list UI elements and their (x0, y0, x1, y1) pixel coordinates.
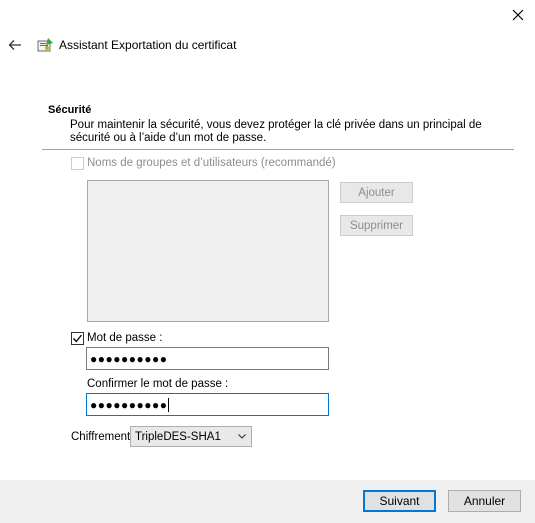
cancel-button-label: Annuler (463, 494, 506, 508)
add-button[interactable]: Ajouter (340, 182, 413, 203)
text-caret (168, 397, 170, 412)
remove-button[interactable]: Supprimer (340, 215, 413, 236)
add-button-label: Ajouter (358, 186, 395, 199)
section-title: Sécurité (48, 104, 92, 116)
back-arrow-icon (8, 40, 21, 50)
header-divider (42, 149, 514, 150)
close-button[interactable] (504, 3, 532, 27)
confirm-password-label: Confirmer le mot de passe : (87, 378, 229, 390)
encryption-label: Chiffrement (71, 431, 131, 443)
encryption-select[interactable]: TripleDES-SHA1 (130, 426, 252, 447)
confirm-password-field[interactable]: ●●●●●●●●●● (86, 393, 329, 416)
remove-button-label: Supprimer (349, 219, 404, 232)
close-icon (512, 9, 524, 21)
groups-list[interactable] (87, 180, 329, 322)
groups-checkbox-label: Noms de groupes et d’utilisateurs (recom… (87, 157, 336, 169)
chevron-down-icon (238, 434, 246, 439)
next-button[interactable]: Suivant (363, 490, 436, 512)
checkmark-icon (73, 334, 83, 343)
confirm-password-value: ●●●●●●●●●● (90, 397, 168, 412)
password-label: Mot de passe : (87, 332, 163, 344)
section-description: Pour maintenir la sécurité, vous devez p… (70, 119, 482, 144)
groups-checkbox[interactable] (71, 157, 84, 170)
back-button[interactable] (4, 35, 26, 55)
password-value: ●●●●●●●●●● (90, 351, 168, 366)
certificate-wizard-icon (36, 37, 54, 53)
password-field[interactable]: ●●●●●●●●●● (86, 347, 329, 370)
window-title: Assistant Exportation du certificat (59, 38, 237, 52)
password-checkbox[interactable] (71, 332, 84, 345)
encryption-selected-value: TripleDES-SHA1 (135, 430, 221, 443)
cancel-button[interactable]: Annuler (448, 490, 521, 512)
next-button-label: Suivant (379, 494, 420, 508)
